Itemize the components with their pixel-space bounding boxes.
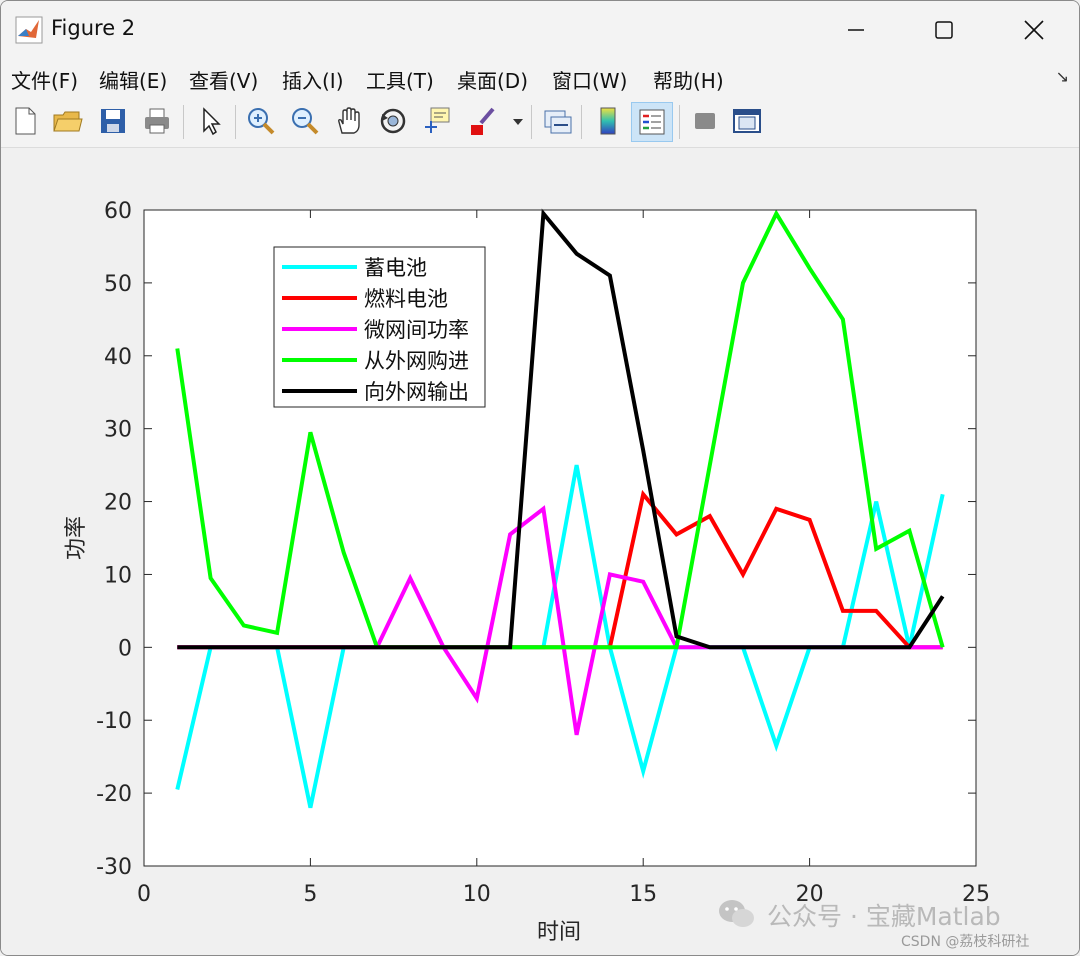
toolbar bbox=[1, 97, 1079, 148]
menu-bar: 文件(F) 编辑(E) 查看(V) 插入(I) 工具(T) 桌面(D) 窗口(W… bbox=[1, 59, 1079, 97]
print-icon[interactable] bbox=[141, 105, 173, 137]
figure-canvas: 0 5 10 15 20 25 -30 -20 -10 0 10 20 30 40 50 60 时间 功率 蓄… bbox=[1, 148, 1079, 955]
y-tick-label: 0 bbox=[118, 636, 132, 661]
toolbar-separator bbox=[531, 105, 532, 139]
menu-edit[interactable]: 编辑(E) bbox=[99, 65, 167, 94]
window-title: Figure 2 bbox=[51, 16, 136, 40]
menu-tools[interactable]: 工具(T) bbox=[366, 65, 434, 94]
legend-label-3: 从外网购进 bbox=[364, 349, 469, 373]
line-chart: 0 5 10 15 20 25-30-20-100102030405060 时间 功率 蓄… bbox=[64, 199, 990, 945]
menu-help[interactable]: 帮助(H) bbox=[653, 65, 724, 94]
dropdown-arrow-icon[interactable] bbox=[509, 105, 527, 137]
y-tick-label: -10 bbox=[96, 709, 132, 734]
colorbar-icon[interactable] bbox=[593, 105, 625, 137]
pointer-icon[interactable] bbox=[195, 105, 227, 137]
link-plot-icon[interactable] bbox=[541, 105, 573, 137]
wechat-icon bbox=[719, 900, 754, 927]
legend-label-4: 向外网输出 bbox=[364, 380, 469, 404]
x-tick-label: 15 bbox=[629, 882, 657, 907]
menu-insert[interactable]: 插入(I) bbox=[282, 65, 344, 94]
close-button[interactable] bbox=[989, 1, 1079, 59]
maximize-button[interactable] bbox=[899, 1, 989, 59]
minimize-icon bbox=[848, 29, 864, 31]
y-tick-label: 60 bbox=[104, 199, 132, 224]
x-tick-label: 0 bbox=[137, 882, 151, 907]
menu-window[interactable]: 窗口(W) bbox=[552, 65, 627, 94]
minimize-button[interactable] bbox=[811, 1, 901, 59]
y-tick-label: 50 bbox=[104, 272, 132, 297]
x-axis-label: 时间 bbox=[537, 920, 581, 945]
save-icon[interactable] bbox=[97, 105, 129, 137]
toolbar-separator bbox=[581, 105, 582, 139]
y-tick-label: -30 bbox=[96, 855, 132, 880]
toolbar-separator bbox=[679, 105, 680, 139]
open-folder-icon[interactable] bbox=[51, 105, 83, 137]
title-bar: Figure 2 bbox=[1, 1, 1079, 59]
legend-label-1: 燃料电池 bbox=[364, 287, 448, 311]
toolbar-separator bbox=[183, 105, 184, 139]
legend-label-0: 蓄电池 bbox=[364, 256, 427, 280]
y-tick-label: -20 bbox=[96, 782, 132, 807]
close-icon bbox=[1024, 20, 1044, 40]
y-axis-label: 功率 bbox=[64, 516, 89, 560]
toolbar-separator bbox=[235, 105, 236, 139]
brush-icon[interactable] bbox=[467, 105, 499, 137]
data-cursor-icon[interactable] bbox=[421, 105, 453, 137]
maximize-icon bbox=[935, 21, 953, 39]
hide-plot-tools-icon[interactable] bbox=[689, 105, 721, 137]
y-tick-label: 30 bbox=[104, 418, 132, 443]
watermark-brand: 公众号 · 宝藏Matlab bbox=[767, 902, 1001, 931]
legend-toggle-active[interactable] bbox=[631, 102, 673, 142]
y-tick-label: 10 bbox=[104, 563, 132, 588]
zoom-out-icon[interactable] bbox=[289, 105, 321, 137]
legend: 蓄电池燃料电池微网间功率从外网购进向外网输出 bbox=[273, 246, 486, 408]
matlab-logo-icon bbox=[15, 16, 43, 44]
x-tick-label: 5 bbox=[303, 882, 317, 907]
axes-background bbox=[144, 210, 976, 866]
dock-arrow-icon[interactable]: ↘ bbox=[1056, 67, 1069, 86]
x-tick-label: 10 bbox=[463, 882, 491, 907]
menu-desktop[interactable]: 桌面(D) bbox=[457, 65, 528, 94]
y-tick-label: 20 bbox=[104, 491, 132, 516]
rotate-3d-icon[interactable] bbox=[377, 105, 409, 137]
y-tick-label: 40 bbox=[104, 345, 132, 370]
legend-label-2: 微网间功率 bbox=[364, 318, 469, 342]
menu-file[interactable]: 文件(F) bbox=[11, 65, 78, 94]
show-plot-tools-icon[interactable] bbox=[731, 105, 763, 137]
figure-window: Figure 2 文件(F) 编辑(E) 查看(V) 插入(I) 工具(T) 桌… bbox=[0, 0, 1080, 956]
menu-view[interactable]: 查看(V) bbox=[189, 65, 258, 94]
legend-icon bbox=[639, 109, 665, 135]
new-file-icon[interactable] bbox=[9, 105, 41, 137]
watermark-credit: CSDN @荔枝科研社 bbox=[901, 934, 1030, 950]
zoom-in-icon[interactable] bbox=[245, 105, 277, 137]
pan-hand-icon[interactable] bbox=[333, 105, 365, 137]
